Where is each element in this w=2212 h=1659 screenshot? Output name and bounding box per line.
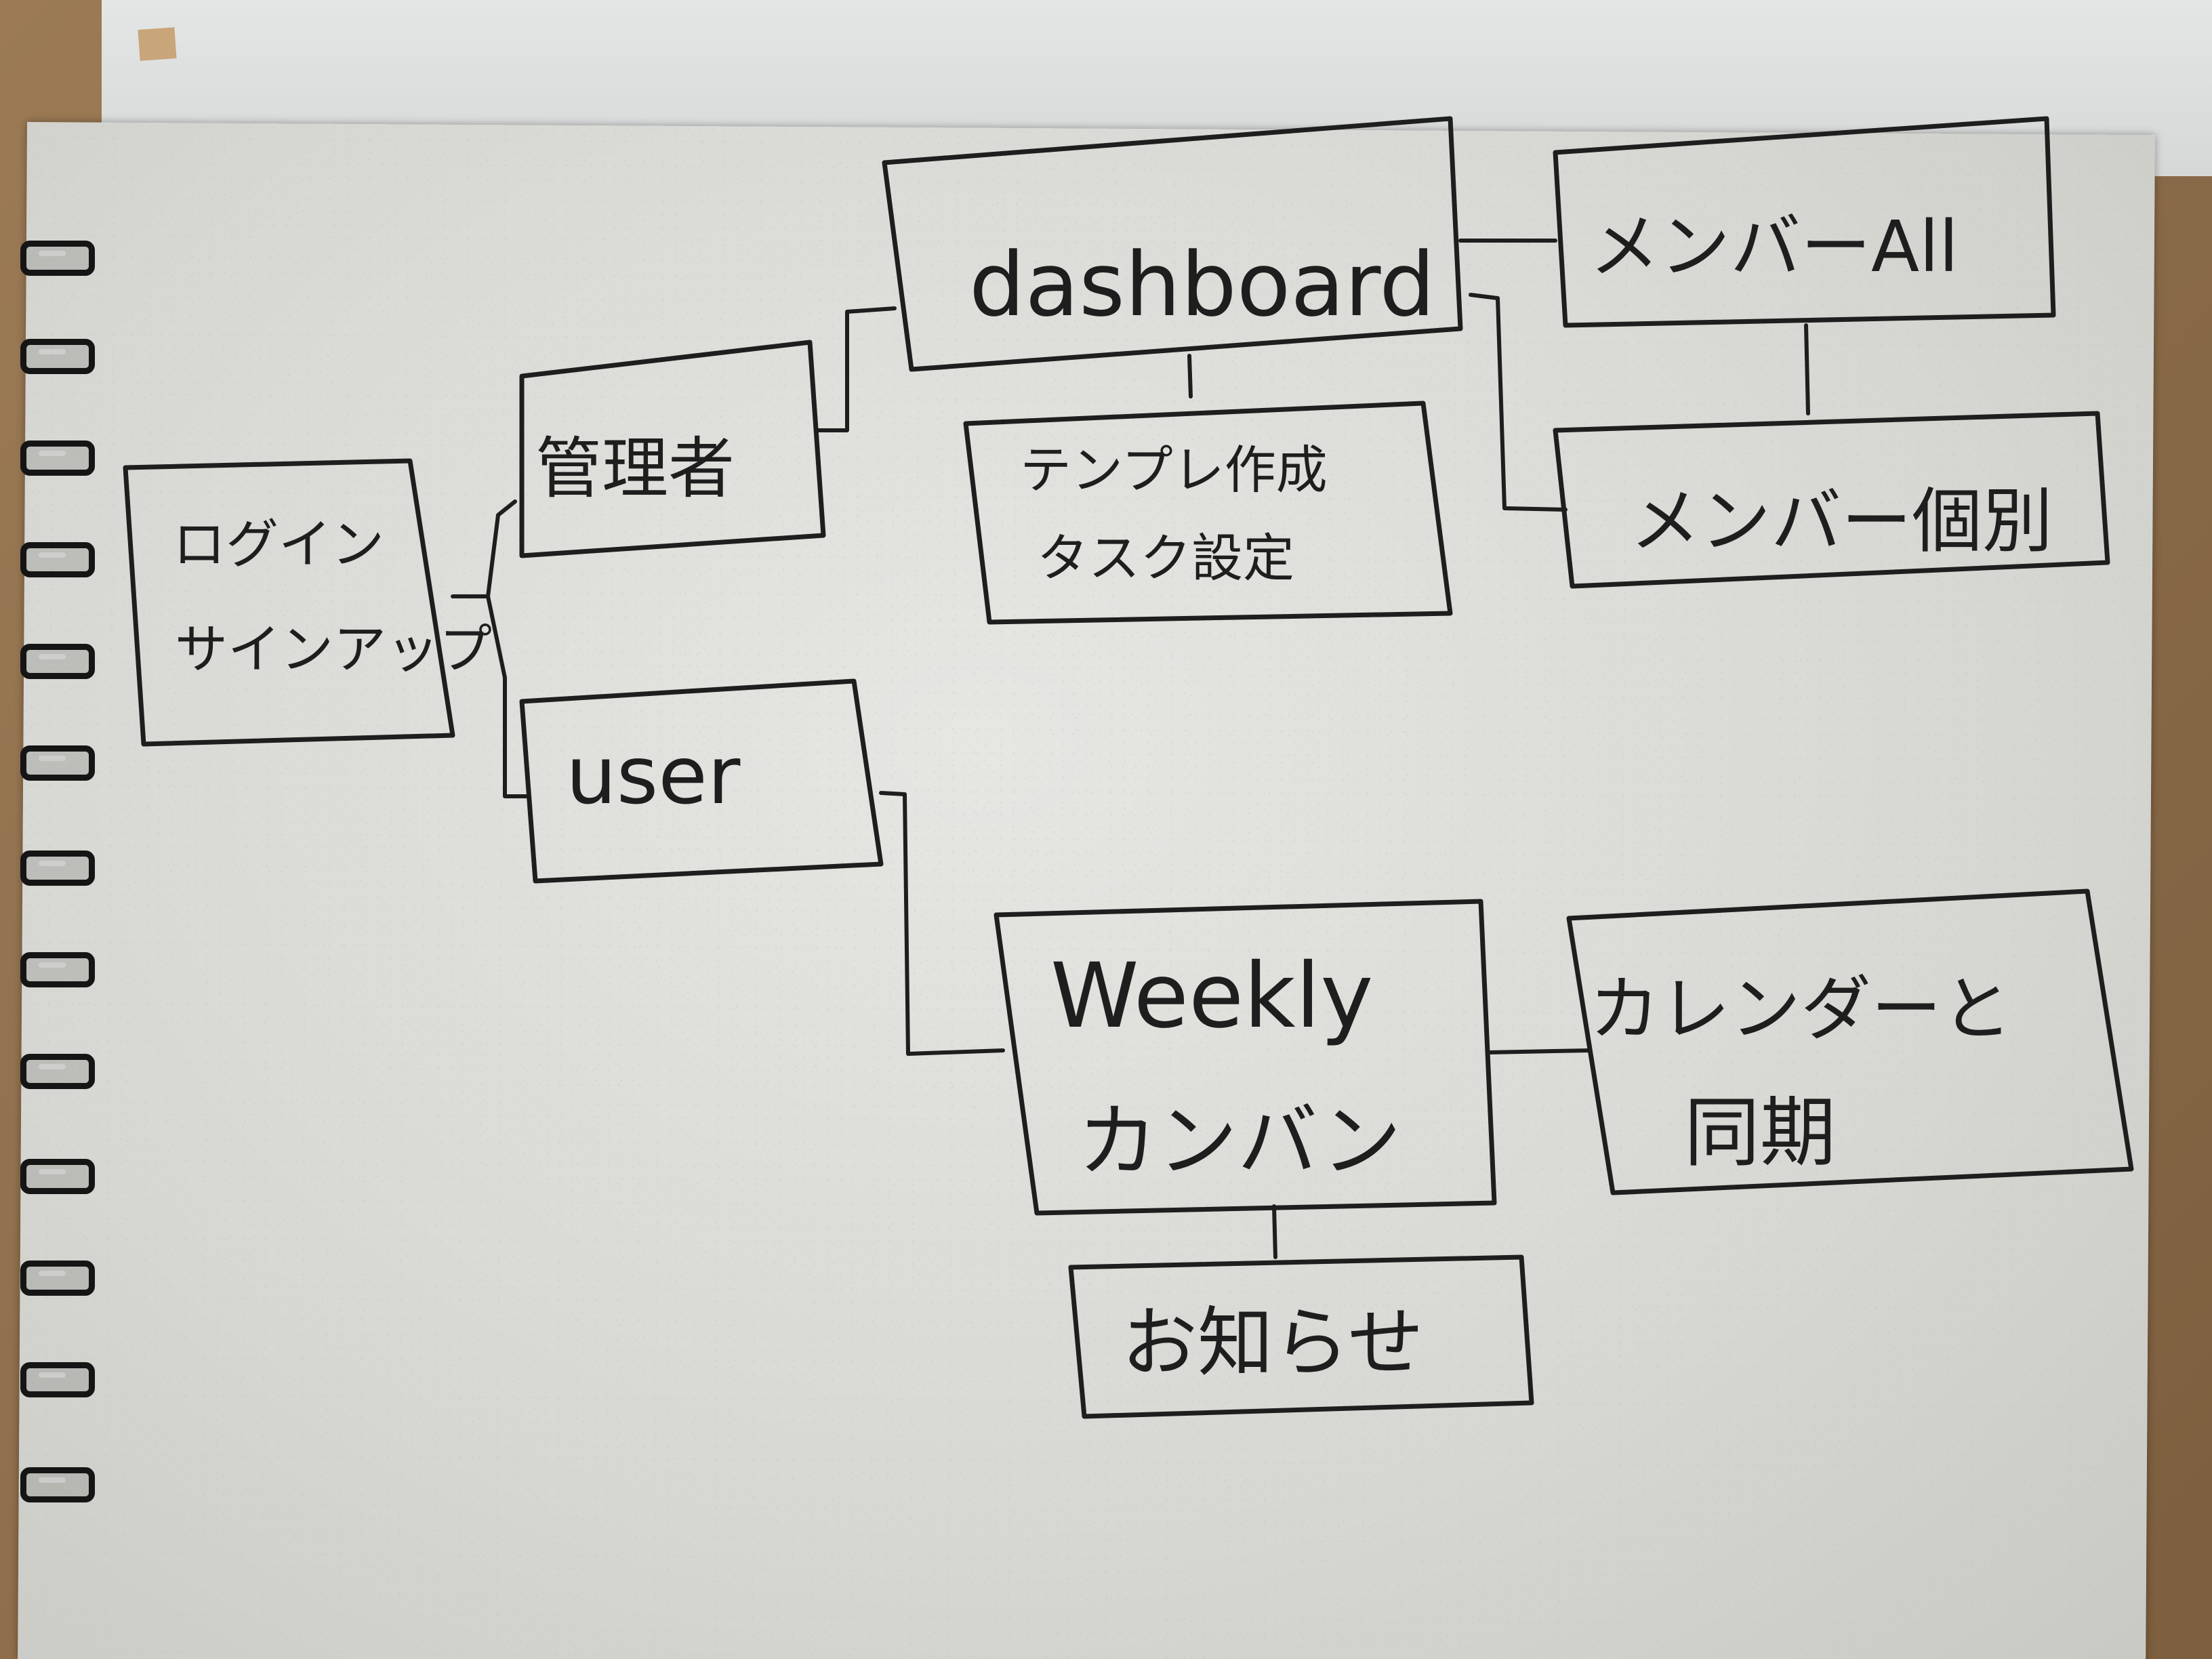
node-login-signup: ログイン サインアップ	[123, 458, 492, 747]
node-template-task: テンプレ作成 タスク設定	[963, 401, 1453, 625]
node-weekly-kanban: Weekly カンバン	[994, 899, 1497, 1216]
node-user: user	[519, 678, 884, 884]
edge-weekly-to-notice	[1272, 1204, 1277, 1259]
node-boxes: ログイン サインアップ 管理者 user dashboard テンプレ作成 タス…	[123, 116, 2134, 1419]
edge-weekly-to-calendar	[1486, 1048, 1591, 1054]
edge-dashboard-to-member-each	[1469, 293, 1568, 512]
node-weekly-line2: カンバン	[1078, 1094, 1401, 1188]
edge-login-to-user	[486, 594, 531, 798]
node-user-label: user	[566, 729, 741, 822]
edge-dashboard-to-template	[1187, 354, 1193, 398]
node-member-all-label: メンバーAll	[1589, 205, 1959, 288]
node-member-all: メンバーAll	[1553, 116, 2056, 328]
node-template-line1: テンプレ作成	[1020, 440, 1328, 500]
node-template-line2: タスク設定	[1037, 528, 1294, 588]
node-notice: お知らせ	[1068, 1254, 1534, 1419]
photo-scene: ログイン サインアップ 管理者 user dashboard テンプレ作成 タス…	[0, 0, 2212, 1659]
node-dashboard-label: dashboard	[969, 233, 1435, 336]
node-calendar-sync: カレンダーと 同期	[1566, 888, 2134, 1195]
node-login-line2: サインアップ	[175, 619, 492, 680]
edge-admin-to-dashboard	[815, 306, 897, 432]
node-calendar-line2: 同期	[1684, 1089, 1836, 1177]
node-dashboard: dashboard	[882, 116, 1463, 372]
edge-member-all-to-member-each	[1804, 323, 1810, 415]
edge-user-to-weekly	[879, 791, 1005, 1056]
node-calendar-line1: カレンダーと	[1589, 968, 2012, 1050]
node-member-each-label: メンバー個別	[1630, 480, 2053, 562]
node-login-line1: ログイン	[173, 514, 384, 575]
node-member-each: メンバー個別	[1553, 411, 2110, 589]
node-admin: 管理者	[519, 340, 826, 558]
node-admin-label: 管理者	[535, 430, 735, 508]
node-weekly-line1: Weekly	[1050, 944, 1373, 1048]
edge-login-to-admin	[486, 499, 517, 598]
node-notice-label: お知らせ	[1122, 1299, 1424, 1387]
sitemap-diagram: ログイン サインアップ 管理者 user dashboard テンプレ作成 タス…	[123, 116, 2134, 1419]
